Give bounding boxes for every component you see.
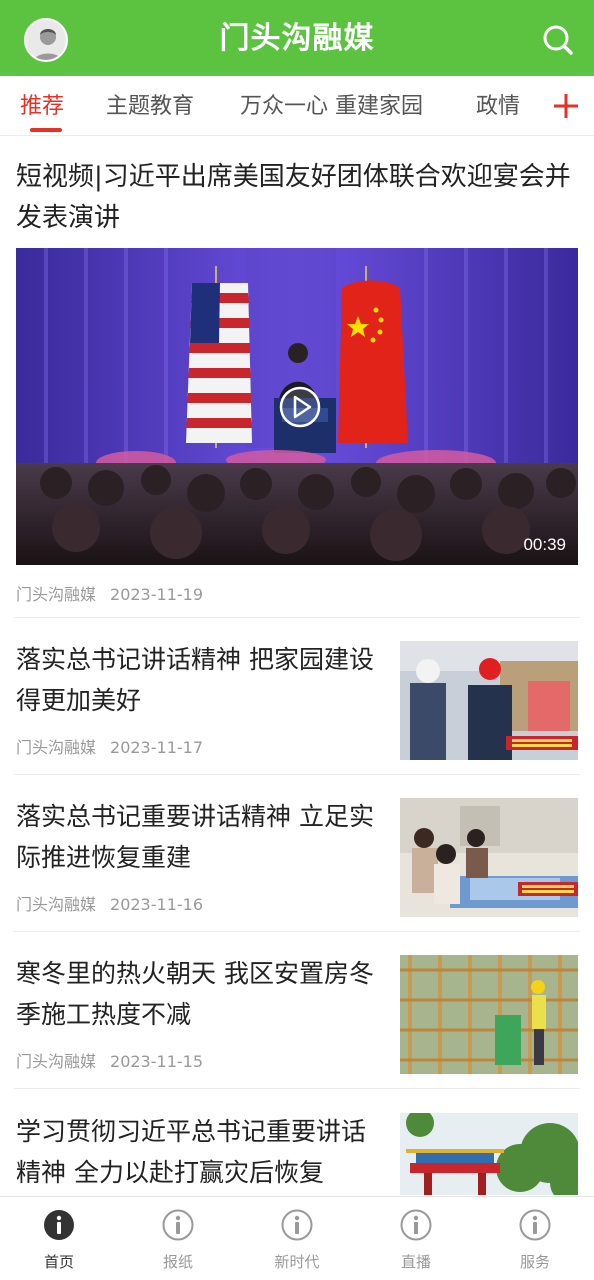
article-title[interactable]: 寒冬里的热火朝天 我区安置房冬季施工热度不减 [16,953,380,1035]
active-tab-indicator [30,128,62,132]
info-icon [44,1210,74,1240]
article-source: 门头沟融媒 [16,895,97,914]
list-item[interactable]: 落实总书记讲话精神 把家园建设得更加美好 门头沟融媒 2023-11-17 [0,639,594,796]
article-meta: 门头沟融媒 2023-11-15 [16,1048,203,1072]
nav-label: 首页 [43,1253,74,1271]
list-item[interactable]: 学习贯彻习近平总书记重要讲话精神 全力以赴打赢灾后恢复 [0,1111,594,1195]
channel-tabs: 推荐 主题教育 万众一心 重建家园 政情 [0,76,594,136]
tab-theme-education[interactable]: 主题教育 [106,76,194,136]
tab-rebuild-homes[interactable]: 万众一心 重建家园 [240,76,423,136]
info-icon [519,1209,551,1241]
divider [14,931,580,932]
nav-live[interactable]: 直播 [357,1197,475,1280]
bottom-navigation: 首页 报纸 新时代 直播 服务 [0,1196,594,1280]
tab-recommend[interactable]: 推荐 [20,76,64,136]
nav-label: 服务 [519,1253,550,1271]
article-title[interactable]: 落实总书记重要讲话精神 立足实际推进恢复重建 [16,796,380,878]
nav-home[interactable]: 首页 [0,1197,118,1280]
article-meta: 门头沟融媒 2023-11-17 [16,734,203,758]
article-date: 2023-11-15 [110,1052,203,1071]
play-icon[interactable] [278,385,322,429]
info-icon [400,1209,432,1241]
feature-video[interactable]: 00:39 [16,248,578,565]
info-icon [281,1209,313,1241]
list-item[interactable]: 寒冬里的热火朝天 我区安置房冬季施工热度不减 门头沟融媒 2023-11-15 [0,953,594,1110]
article-thumbnail[interactable] [400,798,578,917]
nav-label: 直播 [400,1253,431,1271]
info-icon [162,1209,194,1241]
article-source: 门头沟融媒 [16,738,97,757]
nav-services[interactable]: 服务 [476,1197,594,1280]
nav-new-era[interactable]: 新时代 [238,1197,356,1280]
divider [14,1088,580,1089]
app-title: 门头沟融媒 [219,21,375,56]
video-duration: 00:39 [523,535,566,554]
plus-icon[interactable] [548,84,584,128]
tab-politics[interactable]: 政情 [476,76,520,136]
divider [14,774,580,775]
article-source: 门头沟融媒 [16,585,97,604]
app-header: 门头沟融媒 [0,0,594,76]
search-icon[interactable] [538,20,578,60]
article-thumbnail[interactable] [400,641,578,760]
article-thumbnail[interactable] [400,955,578,1074]
nav-label: 报纸 [162,1253,193,1271]
article-date: 2023-11-17 [110,738,203,757]
feature-meta: 门头沟融媒 2023-11-19 [16,581,203,605]
article-meta: 门头沟融媒 2023-11-16 [16,891,203,915]
article-date: 2023-11-19 [110,585,203,604]
divider [14,617,580,618]
article-title[interactable]: 学习贯彻习近平总书记重要讲话精神 全力以赴打赢灾后恢复 [16,1111,380,1193]
article-thumbnail[interactable] [400,1113,578,1195]
article-title[interactable]: 落实总书记讲话精神 把家园建设得更加美好 [16,639,380,721]
news-feed[interactable]: 短视频|习近平出席美国友好团体联合欢迎宴会并发表演讲 00:39 门头沟融媒 2… [0,137,594,1195]
article-date: 2023-11-16 [110,895,203,914]
nav-label: 新时代 [274,1253,320,1271]
article-source: 门头沟融媒 [16,1052,97,1071]
list-item[interactable]: 落实总书记重要讲话精神 立足实际推进恢复重建 门头沟融媒 2023-11-16 [0,796,594,953]
feature-title[interactable]: 短视频|习近平出席美国友好团体联合欢迎宴会并发表演讲 [16,157,576,239]
nav-newspaper[interactable]: 报纸 [119,1197,237,1280]
